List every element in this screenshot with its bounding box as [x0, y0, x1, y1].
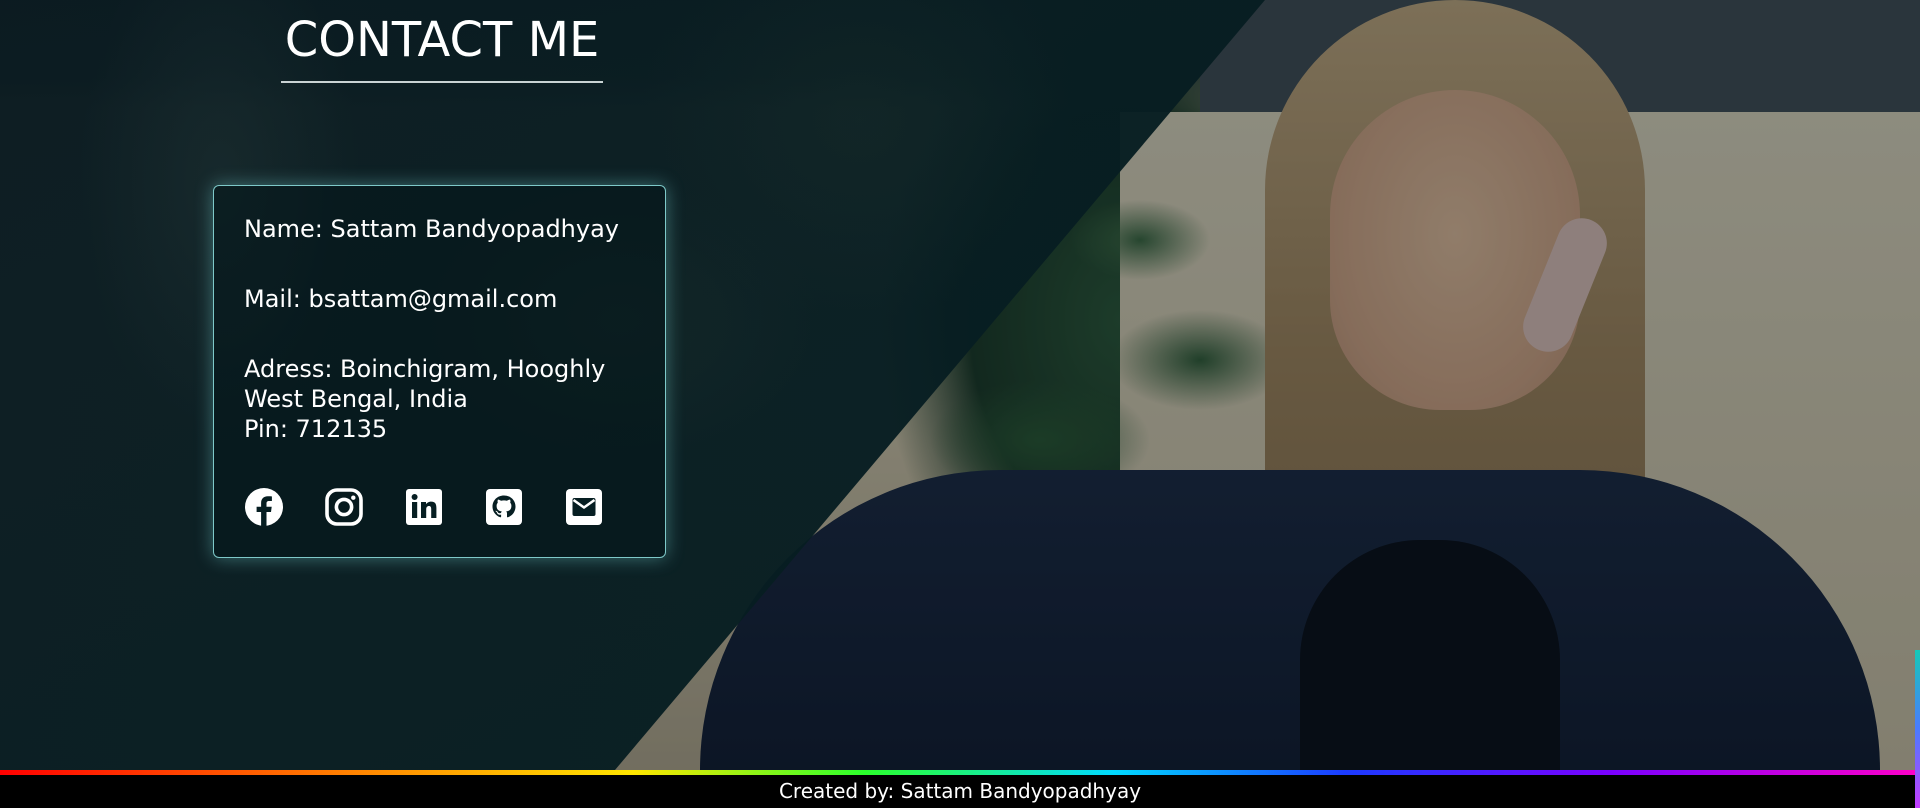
contact-card: Name: Sattam Bandyopadhyay Mail: bsattam… — [213, 185, 666, 558]
github-link[interactable] — [484, 487, 524, 527]
contact-address-line2: West Bengal, India — [244, 385, 468, 413]
instagram-link[interactable] — [324, 487, 364, 527]
contact-address-line1: Adress: Boinchigram, Hooghly — [244, 355, 606, 383]
email-link[interactable] — [564, 487, 604, 527]
contact-mail: Mail: bsattam@gmail.com — [244, 285, 558, 313]
instagram-icon — [324, 487, 364, 527]
footer: Created by: Sattam Bandyopadhyay — [0, 775, 1920, 808]
linkedin-icon — [404, 487, 444, 527]
footer-credit: Created by: Sattam Bandyopadhyay — [778, 779, 1142, 803]
envelope-icon — [564, 487, 604, 527]
contact-page: CONTACT ME Name: Sattam Bandyopadhyay Ma… — [0, 0, 1920, 808]
facebook-link[interactable] — [244, 487, 284, 527]
facebook-icon — [244, 487, 284, 527]
github-icon — [484, 487, 524, 527]
page-title: CONTACT ME — [284, 12, 600, 68]
contact-name: Name: Sattam Bandyopadhyay — [244, 215, 619, 243]
linkedin-link[interactable] — [404, 487, 444, 527]
scrollbar[interactable] — [1915, 650, 1920, 808]
title-underline — [281, 81, 603, 83]
contact-pin: Pin: 712135 — [244, 415, 388, 443]
